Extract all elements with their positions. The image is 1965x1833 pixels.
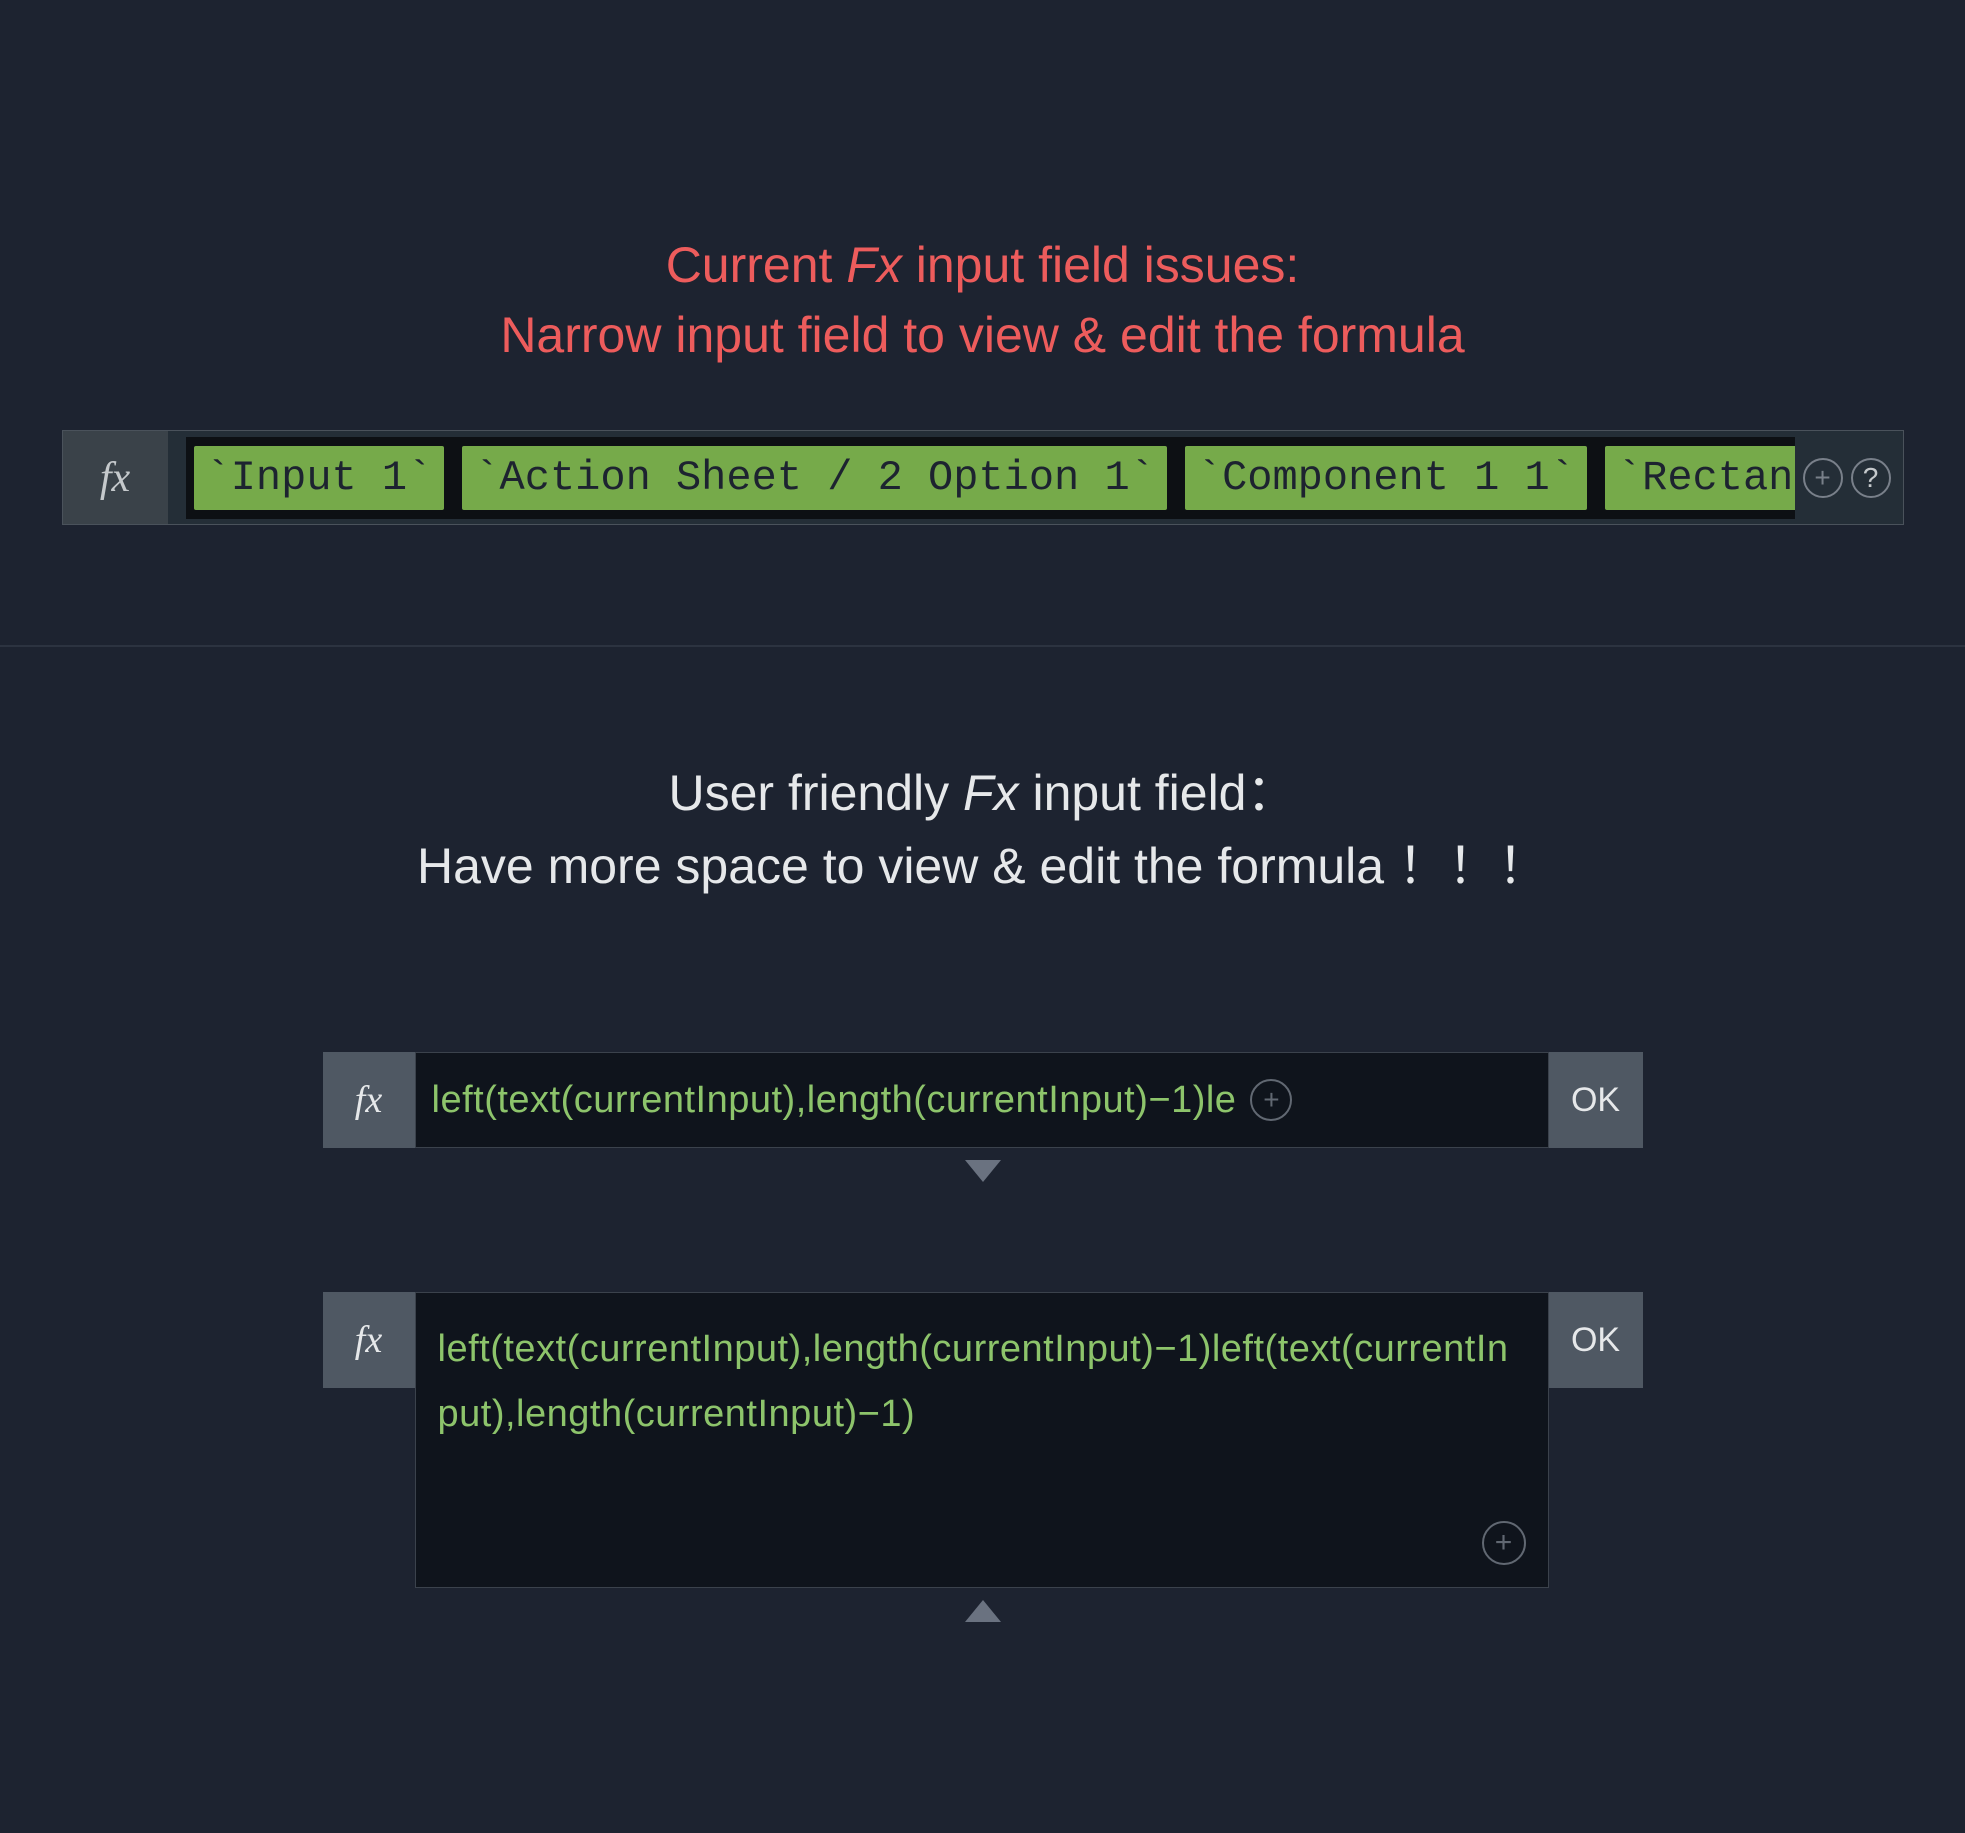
heading-text: input field issues: (902, 237, 1299, 293)
heading-text: Current (666, 237, 847, 293)
heading-current-issues: Current Fx input field issues: Narrow in… (0, 230, 1965, 370)
formula-input-expanded[interactable]: left(text(currentInput),length(currentIn… (415, 1292, 1549, 1588)
fx-label[interactable]: fx (63, 431, 168, 524)
current-formula-bar: fx `Input 1` `Action Sheet / 2 Option 1`… (62, 430, 1904, 525)
heading-fx-italic: Fx (846, 237, 902, 293)
formula-text: left(text(currentInput),length(currentIn… (438, 1317, 1526, 1446)
formula-token[interactable]: `Component 1 1` (1185, 446, 1587, 510)
plus-icon: + (1263, 1084, 1279, 1116)
section-user-friendly: User friendly Fx input field： Have more … (0, 647, 1965, 1622)
ok-button[interactable]: OK (1549, 1052, 1643, 1148)
add-button[interactable]: + (1482, 1521, 1526, 1565)
help-icon: ? (1863, 462, 1879, 494)
formula-token[interactable]: `Rectangl (1605, 446, 1795, 510)
heading-user-friendly: User friendly Fx input field： Have more … (0, 757, 1965, 902)
heading-line2: Have more space to view & edit the formu… (417, 838, 1548, 894)
help-button[interactable]: ? (1851, 458, 1891, 498)
formula-input[interactable]: `Input 1` `Action Sheet / 2 Option 1` `C… (186, 437, 1795, 519)
heading-line2: Narrow input field to view & edit the fo… (500, 307, 1464, 363)
heading-text: input field： (1019, 765, 1297, 821)
plus-icon: + (1495, 1526, 1513, 1560)
add-button[interactable]: + (1803, 458, 1843, 498)
heading-text: User friendly (668, 765, 963, 821)
friendly-formula-bar-expanded: fx left(text(currentInput),length(curren… (323, 1292, 1643, 1588)
expand-arrow-icon[interactable] (965, 1160, 1001, 1182)
formula-token[interactable]: `Input 1` (194, 446, 445, 510)
section-current-issues: Current Fx input field issues: Narrow in… (0, 0, 1965, 525)
friendly-formula-bar-collapsed: fx left(text(currentInput),length(curren… (323, 1052, 1643, 1148)
fx-label[interactable]: fx (323, 1052, 415, 1148)
formula-input[interactable]: left(text(currentInput),length(currentIn… (415, 1052, 1549, 1148)
collapse-arrow-icon[interactable] (965, 1600, 1001, 1622)
formula-token[interactable]: `Action Sheet / 2 Option 1` (462, 446, 1167, 510)
formula-text: left(text(currentInput),length(currentIn… (432, 1079, 1237, 1122)
plus-icon: + (1814, 462, 1830, 494)
add-button[interactable]: + (1250, 1079, 1292, 1121)
heading-fx-italic: Fx (963, 765, 1019, 821)
ok-button[interactable]: OK (1549, 1292, 1643, 1388)
fx-label[interactable]: fx (323, 1292, 415, 1388)
